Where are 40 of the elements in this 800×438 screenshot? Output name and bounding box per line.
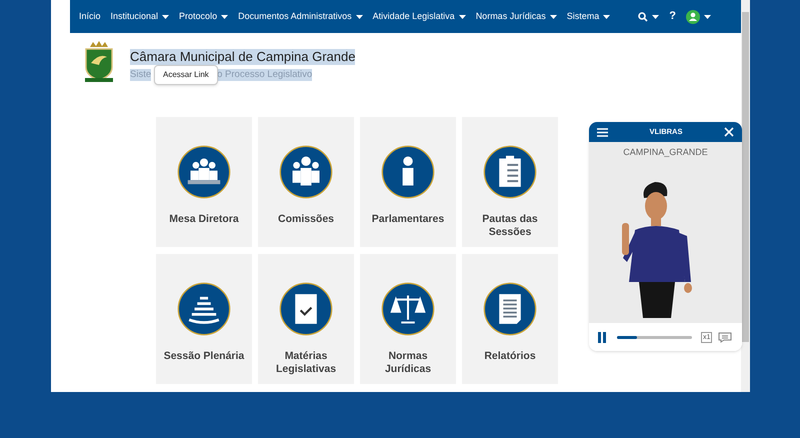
caret-icon (704, 14, 711, 18)
user-menu-button[interactable] (686, 10, 711, 24)
plenary-icon (177, 282, 231, 336)
sign-caption: CAMPINA_GRANDE (623, 146, 708, 159)
menu-tile[interactable]: Parlamentares (360, 117, 456, 247)
menu-tile[interactable]: Normas Jurídicas (360, 254, 456, 384)
subtitle-icon[interactable] (718, 332, 732, 342)
help-button[interactable]: ? (669, 8, 676, 25)
nav-link[interactable]: Institucional (110, 10, 170, 24)
scrollbar[interactable] (741, 0, 750, 392)
person-icon (381, 145, 435, 199)
menu-tile[interactable]: Pautas das Sessões (462, 117, 558, 247)
menu-icon[interactable] (597, 128, 608, 136)
menu-tile[interactable]: Relatórios (462, 254, 558, 384)
folder-icon (279, 282, 333, 336)
nav-link[interactable]: Sistema (566, 10, 610, 24)
document-icon (483, 282, 537, 336)
menu-tile[interactable]: Matérias Legislativas (258, 254, 354, 384)
menu-tile[interactable]: Comissões (258, 117, 354, 247)
site-title[interactable]: Câmara Municipal de Campina Grande (130, 49, 356, 65)
group-icon (279, 145, 333, 199)
nav-link[interactable]: Atividade Legislativa (372, 10, 466, 24)
search-icon (638, 12, 648, 22)
scales-icon (381, 282, 435, 336)
clipboard-icon (483, 145, 537, 199)
menu-tile[interactable]: Sessão Plenária (156, 254, 252, 384)
caret-icon (652, 14, 660, 18)
nav-link[interactable]: Início (79, 10, 101, 24)
nav-link[interactable]: Normas Jurídicas (476, 10, 557, 24)
menu-tile[interactable]: Mesa Diretora (156, 117, 252, 247)
board-icon (177, 145, 231, 199)
progress-bar[interactable] (617, 336, 692, 338)
nav-link[interactable]: Protocolo (179, 10, 228, 24)
nav-link[interactable]: Documentos Administrativos (238, 10, 363, 24)
search-button[interactable] (638, 12, 660, 22)
coat-of-arms-logo (82, 41, 116, 83)
tooltip: Acessar Link (154, 65, 218, 85)
pause-button[interactable] (598, 332, 606, 342)
close-icon[interactable] (724, 127, 734, 137)
user-icon (686, 10, 700, 24)
